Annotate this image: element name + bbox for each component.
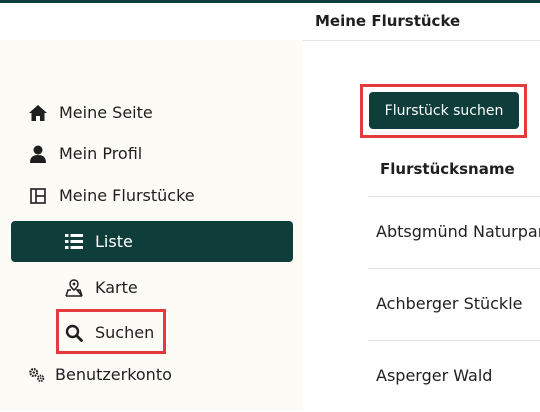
sidebar-item-label: Benutzerkonto [55,365,172,384]
sidebar-item-label: Liste [95,232,133,251]
sidebar-item-label: Karte [95,278,138,297]
sidebar-item-liste[interactable]: Liste [11,221,293,262]
sidebar-item-benutzerkonto[interactable]: Benutzerkonto [28,365,172,384]
user-icon [29,145,47,163]
sidebar-item-label: Mein Profil [59,144,143,163]
sidebar-item-suchen[interactable]: Suchen [65,323,154,342]
sidebar-item-meine-flurstuecke[interactable]: Meine Flurstücke [29,186,195,205]
sidebar-item-meine-seite[interactable]: Meine Seite [29,103,153,122]
sidebar-item-label: Meine Flurstücke [59,186,195,205]
home-icon [29,104,47,122]
table-row[interactable]: Abtsgmünd Naturpark [368,196,540,268]
sidebar-item-label: Suchen [95,323,155,342]
table-column-header: Flurstücksname [380,160,515,178]
page-title: Meine Flurstücke [315,12,461,30]
search-icon [65,324,83,342]
gears-icon [28,366,46,384]
table-cell-name: Achberger Stückle [376,294,523,313]
sidebar-item-karte[interactable]: Karte [65,278,138,297]
sidebar-item-label: Meine Seite [59,103,153,122]
sidebar-item-mein-profil[interactable]: Mein Profil [29,144,142,163]
map-icon [65,278,83,297]
table-cell-name: Abtsgmünd Naturpark [376,222,540,241]
list-icon [65,234,83,249]
table-cell-name: Asperger Wald [376,366,493,385]
grid-icon [29,187,47,205]
table-row[interactable]: Achberger Stückle [368,268,540,340]
flurstueck-suchen-button[interactable]: Flurstück suchen [369,92,519,129]
table-row[interactable]: Asperger Wald [368,340,540,412]
page-header: Meine Flurstücke [303,3,540,41]
